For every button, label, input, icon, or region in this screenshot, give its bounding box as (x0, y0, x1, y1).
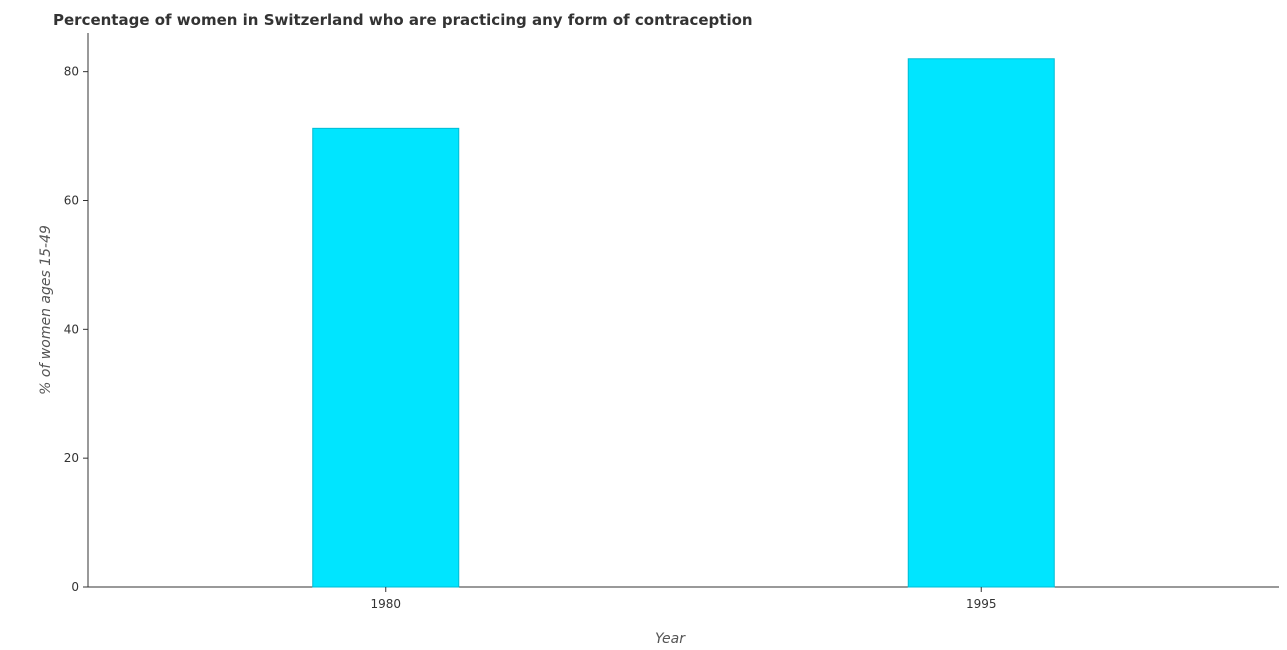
y-axis-label: % of women ages 15-49 (38, 225, 54, 395)
bar-chart: Percentage of women in Switzerland who a… (38, 11, 1279, 647)
axes (87, 33, 1279, 588)
x-tick-label: 1995 (966, 597, 997, 611)
y-tick-label: 0 (71, 580, 79, 594)
bar-1995 (907, 58, 1055, 588)
x-tick-label: 1980 (370, 597, 401, 611)
y-tick-label: 60 (64, 193, 79, 207)
bars (312, 58, 1055, 588)
x-axis-label: Year (655, 631, 686, 647)
x-axis-ticks: 1980 1995 (370, 587, 997, 611)
y-tick-label: 20 (64, 451, 79, 465)
y-tick-label: 80 (64, 65, 79, 79)
chart-root: Percentage of women in Switzerland who a… (0, 0, 1287, 650)
y-tick-label: 40 (64, 322, 79, 336)
chart-title: Percentage of women in Switzerland who a… (53, 11, 753, 29)
bar-1980 (312, 127, 460, 588)
y-axis-ticks: 0 20 40 60 80 (64, 65, 88, 594)
